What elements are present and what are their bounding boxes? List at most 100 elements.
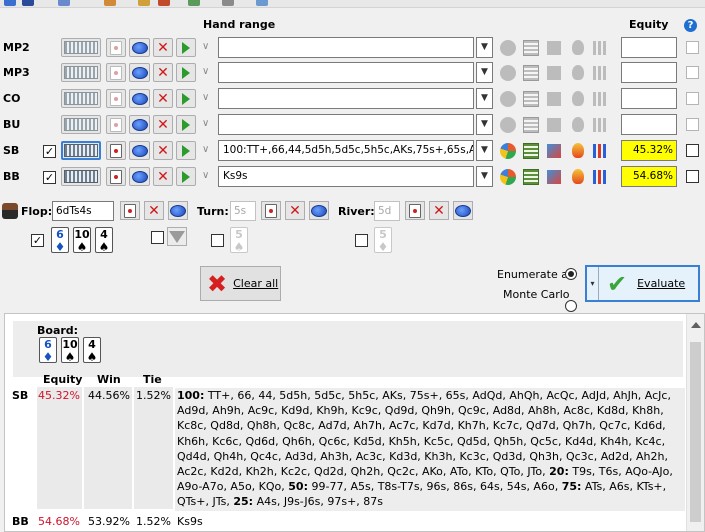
player-mp2-range-input[interactable] xyxy=(218,37,474,58)
player-bb-bars-button[interactable] xyxy=(590,166,611,187)
player-bb-table-button[interactable] xyxy=(520,166,541,187)
player-bu-bars-button[interactable] xyxy=(590,114,611,135)
player-mp3-range-dropdown[interactable]: ▼ xyxy=(476,62,493,83)
player-bu-equity-field[interactable] xyxy=(621,114,677,135)
player-sb-range-input[interactable]: 100:TT+,66,44,5d5h,5d5c,5h5c,AKs,75s+,65… xyxy=(218,140,474,161)
turn-card-picker-button[interactable] xyxy=(261,201,281,220)
flop-random-button[interactable] xyxy=(168,201,188,220)
player-mp2-heat-button[interactable] xyxy=(567,37,588,58)
turn-random-button[interactable] xyxy=(309,201,329,220)
player-sb-select-checkbox[interactable] xyxy=(686,144,699,157)
player-mp2-graph-button[interactable] xyxy=(543,37,564,58)
player-bb-heat-button[interactable] xyxy=(567,166,588,187)
player-sb-clear-button[interactable]: ✕ xyxy=(153,141,173,160)
player-co-graph-button[interactable] xyxy=(543,88,564,109)
player-co-bars-button[interactable] xyxy=(590,88,611,109)
player-mp2-range-dropdown[interactable]: ▼ xyxy=(476,37,493,58)
player-mp3-pie-button[interactable] xyxy=(497,62,518,83)
chevron-down-icon[interactable]: ∨ xyxy=(202,144,209,155)
player-sb-range-dropdown[interactable]: ▼ xyxy=(476,140,493,161)
player-bu-clear-button[interactable]: ✕ xyxy=(153,115,173,134)
player-mp3-range-input[interactable] xyxy=(218,62,474,83)
player-mp2-equity-field[interactable] xyxy=(621,37,677,58)
player-bb-select-checkbox[interactable] xyxy=(686,170,699,183)
toolbar-icon[interactable] xyxy=(58,0,70,6)
player-mp3-card-picker-button[interactable] xyxy=(106,63,126,82)
evaluate-menu-arrow[interactable]: ▾ xyxy=(587,267,599,300)
player-bu-graph-button[interactable] xyxy=(543,114,564,135)
player-bu-range-grid-button[interactable] xyxy=(61,115,101,134)
filter-checkbox[interactable] xyxy=(151,231,164,244)
player-mp3-graph-button[interactable] xyxy=(543,62,564,83)
player-sb-enable-checkbox[interactable]: ✓ xyxy=(43,145,56,158)
scroll-thumb[interactable] xyxy=(690,342,701,522)
player-mp2-next-button[interactable] xyxy=(176,38,196,57)
player-mp2-pie-button[interactable] xyxy=(497,37,518,58)
help-icon[interactable]: ? xyxy=(684,19,697,32)
flop-enable-checkbox[interactable]: ✓ xyxy=(31,234,44,247)
river-clear-button[interactable]: ✕ xyxy=(429,201,449,220)
turn-card[interactable]: 5 ♠ xyxy=(230,227,248,253)
player-bu-table-button[interactable] xyxy=(520,114,541,135)
river-input[interactable]: 5d xyxy=(374,201,400,221)
player-sb-range-grid-button[interactable] xyxy=(61,141,101,160)
player-mp3-select-checkbox[interactable] xyxy=(686,66,699,79)
player-sb-graph-button[interactable] xyxy=(543,140,564,161)
player-co-select-checkbox[interactable] xyxy=(686,92,699,105)
turn-clear-button[interactable]: ✕ xyxy=(285,201,305,220)
flop-card-2[interactable]: 10 ♠ xyxy=(73,227,91,253)
player-co-clear-button[interactable]: ✕ xyxy=(153,89,173,108)
player-sb-pie-button[interactable] xyxy=(497,140,518,161)
toolbar-icon[interactable] xyxy=(158,0,170,6)
player-bb-graph-button[interactable] xyxy=(543,166,564,187)
player-bu-pie-button[interactable] xyxy=(497,114,518,135)
flop-card-picker-button[interactable] xyxy=(120,201,140,220)
player-mp3-bars-button[interactable] xyxy=(590,62,611,83)
filter-button[interactable] xyxy=(167,227,187,246)
player-bu-select-checkbox[interactable] xyxy=(686,118,699,131)
toolbar-icon[interactable] xyxy=(256,0,268,6)
player-sb-next-button[interactable] xyxy=(176,141,196,160)
player-bb-clear-button[interactable]: ✕ xyxy=(153,167,173,186)
toolbar-icon[interactable] xyxy=(138,0,150,6)
toolbar-icon[interactable] xyxy=(104,0,116,6)
player-mp3-table-button[interactable] xyxy=(520,62,541,83)
player-co-range-grid-button[interactable] xyxy=(61,89,101,108)
player-mp3-equity-field[interactable] xyxy=(621,62,677,83)
player-bb-range-input[interactable]: Ks9s xyxy=(218,166,474,187)
player-co-equity-field[interactable] xyxy=(621,88,677,109)
player-bb-equity-field[interactable]: 54.68% xyxy=(621,166,677,187)
river-random-button[interactable] xyxy=(453,201,473,220)
app-icon[interactable] xyxy=(4,0,16,6)
player-mp2-clear-button[interactable]: ✕ xyxy=(153,38,173,57)
river-card[interactable]: 5 ♦ xyxy=(374,227,392,253)
player-mp2-bars-button[interactable] xyxy=(590,37,611,58)
player-co-table-button[interactable] xyxy=(520,88,541,109)
turn-input[interactable]: 5s xyxy=(230,201,256,221)
enumerate-all-radio[interactable] xyxy=(565,268,577,280)
player-sb-heat-button[interactable] xyxy=(567,140,588,161)
player-bb-enable-checkbox[interactable]: ✓ xyxy=(43,171,56,184)
river-card-picker-button[interactable] xyxy=(405,201,425,220)
player-bu-heat-button[interactable] xyxy=(567,114,588,135)
player-bb-pie-button[interactable] xyxy=(497,166,518,187)
toolbar-icon[interactable] xyxy=(188,0,200,6)
player-co-heat-button[interactable] xyxy=(567,88,588,109)
chevron-down-icon[interactable]: ∨ xyxy=(202,92,209,103)
clear-all-button[interactable]: ✖ Clear all xyxy=(200,266,281,301)
player-mp2-range-grid-button[interactable] xyxy=(61,38,101,57)
player-mp3-next-button[interactable] xyxy=(176,63,196,82)
flop-card-1[interactable]: 6 ♦ xyxy=(51,227,69,253)
player-bb-range-dropdown[interactable]: ▼ xyxy=(476,166,493,187)
monte-carlo-radio[interactable] xyxy=(565,300,577,312)
player-mp3-range-grid-button[interactable] xyxy=(61,63,101,82)
toolbar-icon[interactable] xyxy=(222,0,234,6)
player-co-next-button[interactable] xyxy=(176,89,196,108)
player-bu-card-picker-button[interactable] xyxy=(106,115,126,134)
player-sb-bars-button[interactable] xyxy=(590,140,611,161)
player-co-pie-button[interactable] xyxy=(497,88,518,109)
river-enable-checkbox[interactable] xyxy=(355,234,368,247)
player-mp3-random-button[interactable] xyxy=(129,63,150,82)
toolbar-icon[interactable] xyxy=(22,0,34,6)
player-bb-next-button[interactable] xyxy=(176,167,196,186)
